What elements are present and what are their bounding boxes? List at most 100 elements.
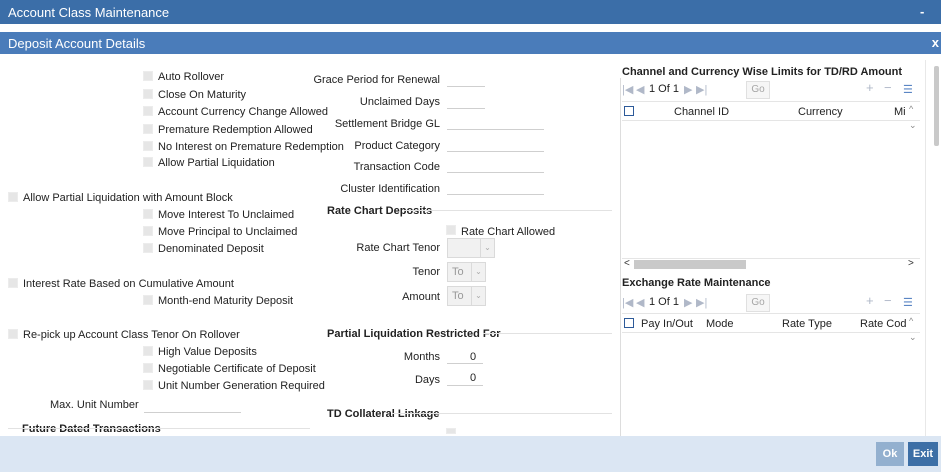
add-row-icon[interactable]: + (866, 293, 874, 308)
partial-liquidation-section: Partial Liquidation Restricted For (327, 328, 501, 340)
negotiable-certificate-label: Negotiable Certificate of Deposit (158, 363, 316, 375)
premature-redemption-label: Premature Redemption Allowed (158, 124, 313, 136)
tenor-select[interactable]: To ⌄ (447, 262, 486, 282)
max-unit-number-label: Max. Unit Number (50, 399, 139, 411)
next-page-icon[interactable]: ▶ (684, 296, 692, 309)
close-on-maturity-checkbox[interactable] (143, 89, 153, 99)
scroll-up-icon[interactable]: ^ (909, 104, 913, 114)
rate-chart-tenor-label: Rate Chart Tenor (356, 242, 440, 254)
min-column[interactable]: Mi (894, 106, 906, 118)
page-vscroll-thumb[interactable] (934, 66, 939, 146)
amount-select[interactable]: To ⌄ (447, 286, 486, 306)
minimize-button[interactable]: - (920, 4, 924, 19)
scroll-right-icon[interactable]: > (908, 258, 914, 269)
exchange-select-all-checkbox[interactable] (624, 318, 634, 328)
channel-select-all-checkbox[interactable] (624, 106, 634, 116)
unclaimed-days-input[interactable] (447, 89, 485, 109)
grace-period-label: Grace Period for Renewal (313, 74, 440, 86)
move-principal-checkbox[interactable] (143, 226, 153, 236)
months-label: Months (403, 351, 440, 363)
months-input[interactable] (447, 344, 483, 364)
delete-row-icon[interactable]: − (884, 293, 892, 308)
no-interest-premature-checkbox[interactable] (143, 141, 153, 151)
transaction-code-input[interactable] (447, 153, 544, 173)
panel-close-button[interactable]: x (932, 35, 939, 50)
exchange-page-indicator: 1 Of 1 (649, 296, 679, 308)
exchange-go-button[interactable]: Go (746, 294, 770, 312)
channel-hscroll-thumb[interactable] (634, 260, 746, 269)
high-value-deposits-checkbox[interactable] (143, 346, 153, 356)
delete-row-icon[interactable]: − (884, 80, 892, 95)
channel-go-button[interactable]: Go (746, 81, 770, 99)
denominated-deposit-label: Denominated Deposit (158, 243, 264, 255)
first-page-icon[interactable]: |◀ (622, 296, 633, 309)
add-row-icon[interactable]: + (866, 80, 874, 95)
repick-tenor-label: Re-pick up Account Class Tenor On Rollov… (23, 329, 240, 341)
channel-id-column[interactable]: Channel ID (674, 106, 729, 118)
pay-in-out-column[interactable]: Pay In/Out (641, 318, 693, 330)
channel-page-indicator: 1 Of 1 (649, 83, 679, 95)
amount-select-value: To (452, 290, 464, 302)
cluster-identification-input[interactable] (447, 175, 544, 195)
list-icon[interactable]: ☰ (903, 296, 913, 309)
rate-type-column[interactable]: Rate Type (782, 318, 832, 330)
settlement-bridge-label: Settlement Bridge GL (334, 118, 440, 130)
right-panel-border-right (925, 60, 926, 436)
amount-label: Amount (402, 291, 440, 303)
month-end-maturity-checkbox[interactable] (143, 295, 153, 305)
rate-chart-tenor-select[interactable]: ⌄ (447, 238, 495, 258)
denominated-deposit-checkbox[interactable] (143, 243, 153, 253)
rate-chart-allowed-checkbox[interactable] (446, 225, 456, 235)
ok-button[interactable]: Ok (876, 442, 904, 466)
tenor-select-value: To (452, 266, 464, 278)
exchange-grid-header: Pay In/Out Mode Rate Type Rate Code ^ (622, 313, 920, 333)
rate-chart-allowed-label: Rate Chart Allowed (461, 226, 556, 238)
previous-page-icon[interactable]: ◀ (636, 296, 644, 309)
channel-limits-title: Channel and Currency Wise Limits for TD/… (622, 66, 903, 78)
exchange-pager: |◀ ◀ 1 Of 1 ▶ ▶| + − ☰ (622, 293, 920, 313)
unit-number-generation-checkbox[interactable] (143, 380, 153, 390)
exit-button[interactable]: Exit (908, 442, 938, 466)
grace-period-input[interactable] (447, 67, 485, 87)
first-page-icon[interactable]: |◀ (622, 83, 633, 96)
allow-partial-liquidation-checkbox[interactable] (143, 157, 153, 167)
scroll-left-icon[interactable]: < (624, 258, 630, 269)
repick-tenor-checkbox[interactable] (8, 329, 18, 339)
months-value: 0 (470, 351, 477, 363)
future-dated-section: Future Dated Transactions (22, 423, 161, 435)
product-category-input[interactable] (447, 132, 544, 152)
scroll-down-icon[interactable]: ⌄ (909, 120, 917, 131)
previous-page-icon[interactable]: ◀ (636, 83, 644, 96)
auto-rollover-checkbox[interactable] (143, 71, 153, 81)
scroll-up-icon[interactable]: ^ (909, 316, 913, 326)
last-page-icon[interactable]: ▶| (696, 83, 707, 96)
rate-chart-divider (404, 210, 612, 211)
move-interest-checkbox[interactable] (143, 209, 153, 219)
transaction-code-label: Transaction Code (353, 161, 440, 173)
footer-bar (0, 436, 941, 472)
last-page-icon[interactable]: ▶| (696, 296, 707, 309)
days-input[interactable] (447, 366, 483, 386)
currency-column[interactable]: Currency (798, 106, 843, 118)
channel-grid-header: Channel ID Currency Mi ^ (622, 101, 920, 121)
list-icon[interactable]: ☰ (903, 83, 913, 96)
mode-column[interactable]: Mode (706, 318, 734, 330)
cumulative-amount-checkbox[interactable] (8, 278, 18, 288)
chevron-down-icon: ⌄ (471, 263, 485, 281)
days-value: 0 (470, 372, 477, 384)
negotiable-certificate-checkbox[interactable] (143, 363, 153, 373)
premature-redemption-checkbox[interactable] (143, 124, 153, 134)
max-unit-number-input[interactable] (144, 393, 241, 413)
td-collateral-section: TD Collateral Linkage (327, 408, 440, 420)
scroll-down-icon[interactable]: ⌄ (909, 332, 917, 343)
rate-code-column[interactable]: Rate Code (860, 318, 906, 330)
partial-liquidation-divider (483, 333, 612, 334)
currency-change-checkbox[interactable] (143, 106, 153, 116)
close-on-maturity-label: Close On Maturity (158, 89, 247, 101)
channel-hscrollbar[interactable]: < > (622, 258, 920, 270)
rate-chart-section: Rate Chart Deposits (327, 205, 433, 217)
next-page-icon[interactable]: ▶ (684, 83, 692, 96)
amount-block-checkbox[interactable] (8, 192, 18, 202)
td-collateral-checkbox[interactable] (446, 428, 456, 434)
settlement-bridge-input[interactable] (447, 110, 544, 130)
